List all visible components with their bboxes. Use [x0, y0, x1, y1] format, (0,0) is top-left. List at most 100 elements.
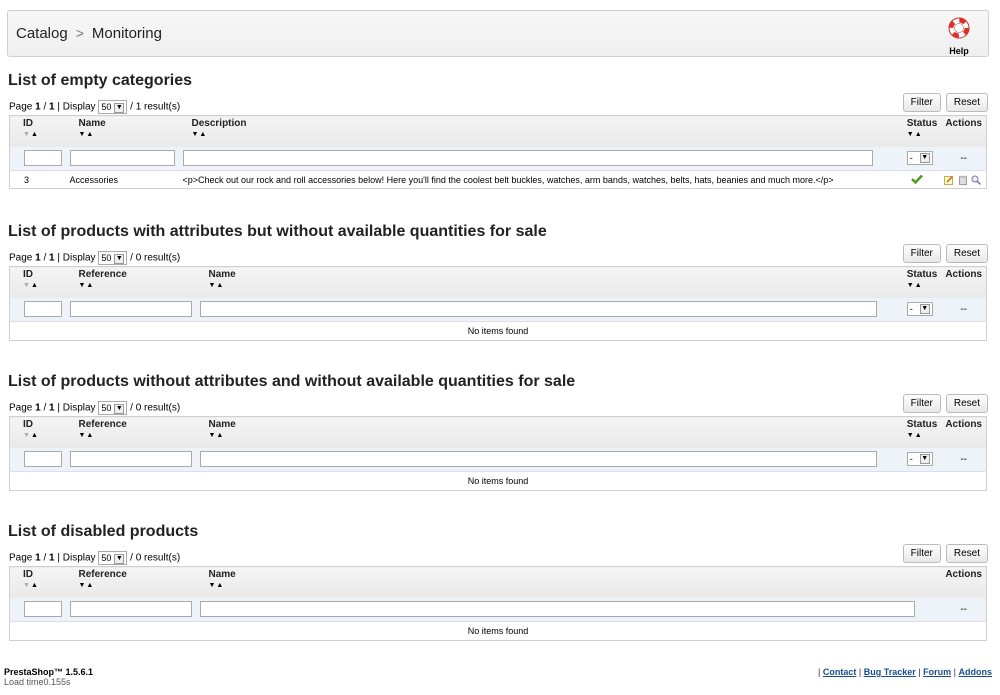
display-select[interactable]: 50 ▼: [98, 100, 128, 114]
col-name-label: Name: [208, 419, 236, 430]
filter-reference-input[interactable]: [69, 601, 192, 618]
sort-arrows-icon[interactable]: ▼▲: [907, 282, 938, 289]
filter-actions-placeholder: --: [941, 146, 987, 171]
addons-link[interactable]: Addons: [959, 667, 993, 677]
sort-arrows-icon[interactable]: ▼▲: [79, 131, 175, 138]
col-status-label: Status: [906, 269, 938, 280]
page-count: 1: [49, 552, 55, 564]
lifebuoy-icon: [948, 17, 970, 39]
sort-arrows-icon[interactable]: ▼▲: [23, 582, 62, 589]
filter-name-input[interactable]: [199, 601, 916, 618]
filter-button[interactable]: Filter: [902, 93, 941, 112]
filter-cell: [65, 597, 196, 622]
contact-link[interactable]: Contact: [823, 667, 857, 677]
filter-cell: [65, 447, 196, 472]
col-name-label: Name: [78, 118, 106, 129]
reset-button[interactable]: Reset: [945, 394, 988, 413]
sort-arrows-icon[interactable]: ▼▲: [79, 282, 192, 289]
col-name: Name ▼▲: [195, 566, 942, 598]
filter-id-input[interactable]: [24, 150, 62, 167]
empty-row: No items found: [10, 322, 987, 341]
reset-button[interactable]: Reset: [945, 244, 988, 263]
filter-name-input[interactable]: [199, 301, 877, 318]
filter-status-select[interactable]: - ▼: [906, 151, 933, 166]
sort-arrows-icon[interactable]: ▼▲: [23, 131, 62, 138]
cell-name: Accessories: [69, 174, 119, 185]
edit-icon[interactable]: [944, 175, 954, 185]
chevron-down-icon: ▼: [919, 454, 930, 465]
col-id: ID ▼▲: [9, 266, 66, 298]
help-button[interactable]: Help: [946, 16, 972, 56]
filter-cell: [195, 297, 903, 322]
filter-button[interactable]: Filter: [902, 394, 941, 413]
section-title: List of products with attributes but wit…: [8, 223, 547, 240]
link-separator: |: [817, 667, 821, 677]
col-reference-label: Reference: [78, 269, 127, 280]
col-reference: Reference ▼▲: [65, 416, 196, 448]
chevron-down-icon: ▼: [114, 253, 125, 264]
sort-arrows-icon[interactable]: ▼▲: [209, 432, 899, 439]
col-id: ID ▼▲: [9, 566, 66, 598]
breadcrumb: Catalog > Monitoring: [16, 25, 162, 42]
filter-status-select[interactable]: - ▼: [906, 452, 933, 467]
table-row[interactable]: 3 Accessories <p>Check out our rock and …: [10, 171, 987, 189]
sort-arrows-icon[interactable]: ▼▲: [192, 131, 899, 138]
header-row: ID ▼▲ Name ▼▲ Description ▼▲ Status ▼▲ Actio…: [9, 115, 987, 147]
sort-arrows-icon[interactable]: ▼▲: [79, 432, 192, 439]
check-icon[interactable]: [910, 174, 923, 184]
filter-actions: Filter Reset: [898, 393, 988, 413]
col-actions: Actions: [941, 416, 987, 448]
filter-description-input[interactable]: [182, 150, 873, 167]
filter-id-input[interactable]: [24, 601, 62, 618]
link-separator: |: [858, 667, 862, 677]
page-count: 1: [49, 101, 55, 113]
empty-row: No items found: [10, 622, 987, 641]
bug-tracker-link[interactable]: Bug Tracker: [864, 667, 916, 677]
pagination: Page 1 / 1 | Display 50 ▼ / 0 result(s): [9, 551, 181, 565]
empty-categories-table: ID ▼▲ Name ▼▲ Description ▼▲ Status ▼▲ Actio…: [9, 115, 987, 189]
display-select[interactable]: 50 ▼: [98, 551, 128, 565]
delete-icon[interactable]: [958, 175, 968, 185]
sort-arrows-icon[interactable]: ▼▲: [209, 582, 938, 589]
view-icon[interactable]: [971, 175, 982, 185]
filter-button[interactable]: Filter: [902, 544, 941, 563]
filter-row: - ▼ --: [9, 447, 987, 472]
filter-row: - ▼ --: [9, 297, 987, 322]
display-select[interactable]: 50 ▼: [98, 251, 128, 265]
filter-name-input[interactable]: [69, 150, 175, 167]
col-reference-label: Reference: [78, 419, 127, 430]
footer-info: PrestaShop™ 1.5.6.1 Load time0.155s: [4, 667, 93, 687]
filter-actions-placeholder: --: [941, 297, 987, 322]
forum-link[interactable]: Forum: [923, 667, 951, 677]
result-count: / 0 result(s): [130, 252, 181, 264]
filter-id-input[interactable]: [24, 301, 62, 318]
cell-status[interactable]: [903, 171, 942, 189]
breadcrumb-separator: >: [75, 25, 84, 41]
filter-reference-input[interactable]: [69, 451, 192, 468]
sort-arrows-icon[interactable]: ▼▲: [907, 432, 938, 439]
filter-name-input[interactable]: [199, 451, 877, 468]
sort-arrows-icon[interactable]: ▼▲: [907, 131, 938, 138]
attr-no-qty-table: ID ▼▲ Reference ▼▲ Name ▼▲ Status ▼▲ Actions…: [9, 266, 987, 341]
breadcrumb-catalog[interactable]: Catalog: [16, 25, 68, 42]
filter-reference-input[interactable]: [69, 301, 192, 318]
col-status-label: Status: [906, 118, 938, 129]
sort-arrows-icon[interactable]: ▼▲: [23, 432, 62, 439]
reset-button[interactable]: Reset: [945, 544, 988, 563]
chevron-down-icon: ▼: [919, 153, 930, 164]
filter-status-select[interactable]: - ▼: [906, 302, 933, 317]
filter-button[interactable]: Filter: [902, 244, 941, 263]
reset-button[interactable]: Reset: [945, 93, 988, 112]
sort-arrows-icon[interactable]: ▼▲: [23, 282, 62, 289]
col-id-label: ID: [23, 269, 33, 280]
sort-arrows-icon[interactable]: ▼▲: [79, 582, 192, 589]
col-id-label: ID: [23, 569, 33, 580]
filter-id-input[interactable]: [24, 451, 62, 468]
col-status: Status ▼▲: [902, 115, 942, 147]
filter-actions: Filter Reset: [898, 243, 988, 263]
sort-arrows-icon[interactable]: ▼▲: [209, 282, 899, 289]
header-row: ID ▼▲ Reference ▼▲ Name ▼▲ Actions: [9, 566, 987, 598]
display-select[interactable]: 50 ▼: [98, 401, 128, 415]
col-actions-label: Actions: [945, 269, 982, 280]
col-actions-label: Actions: [945, 569, 982, 580]
